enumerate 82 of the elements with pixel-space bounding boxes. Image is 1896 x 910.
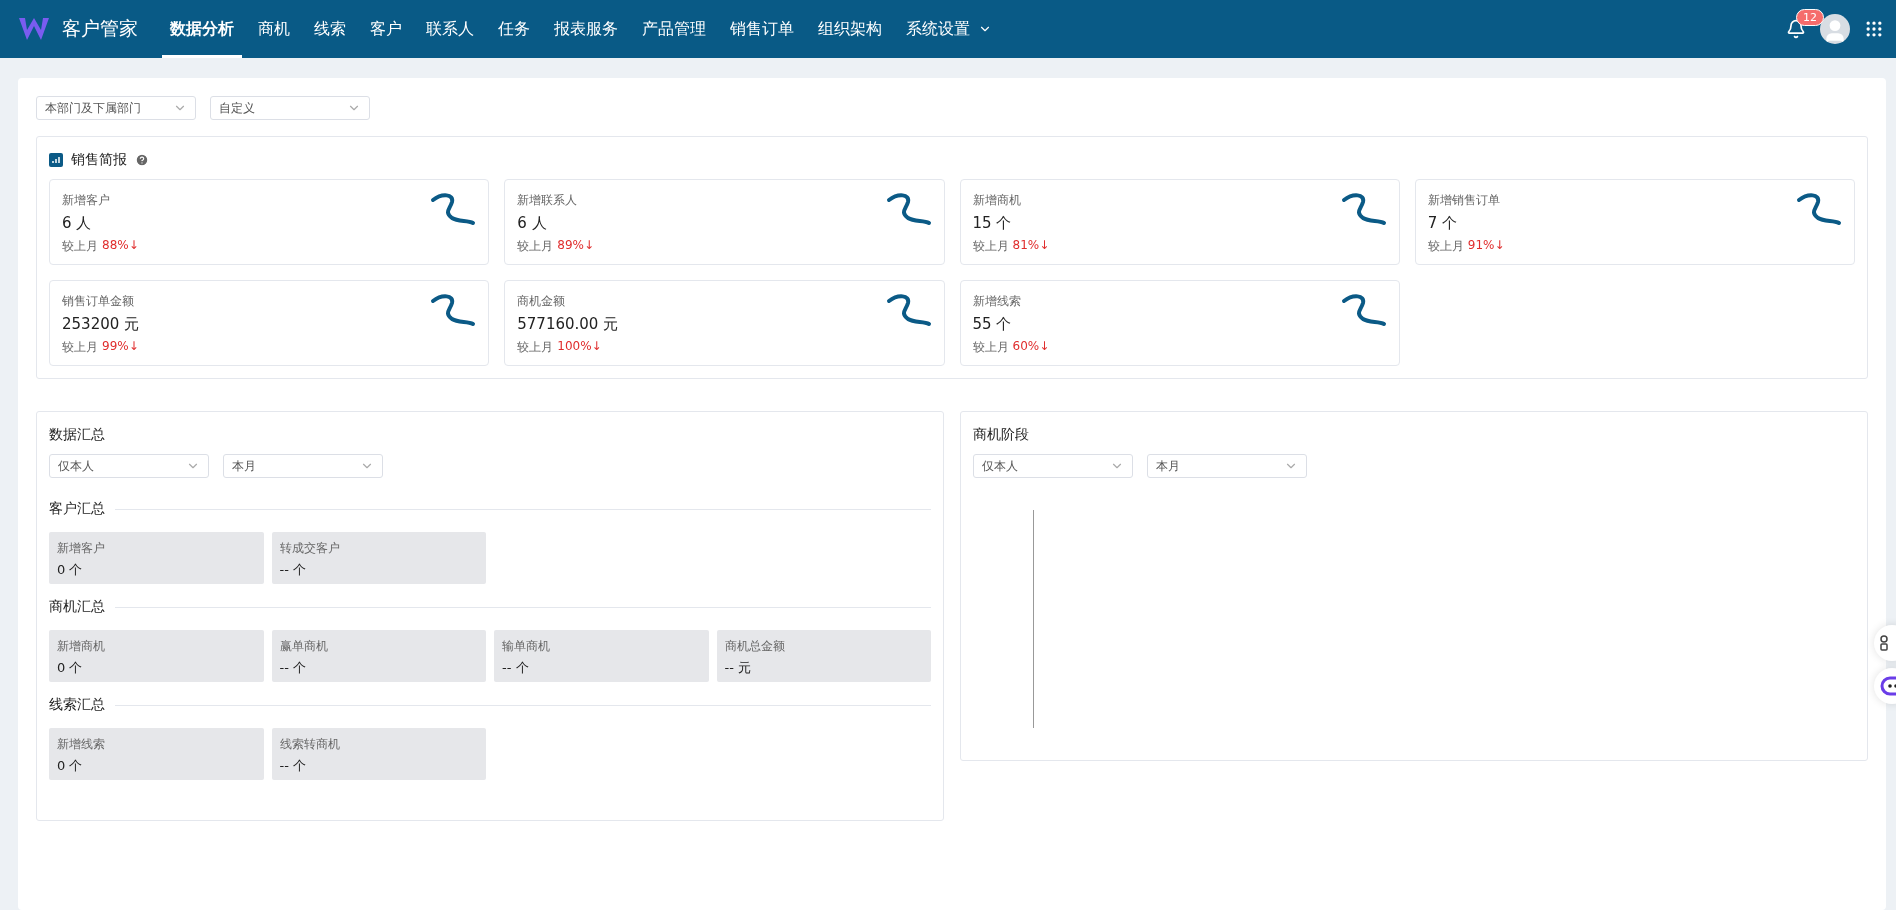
dropdown-select[interactable]: 本月 xyxy=(1147,454,1307,478)
notification-badge: 12 xyxy=(1796,9,1824,26)
nav-tab[interactable]: 系统设置 xyxy=(898,0,1000,58)
comparison-label: 较上月 xyxy=(972,339,1009,356)
comparison-label: 较上月 xyxy=(517,238,554,255)
summary-value: -- 个 xyxy=(279,561,307,579)
panel-title: 商机阶段 xyxy=(973,426,1030,444)
nav-tab[interactable]: 组织架构 xyxy=(810,0,890,58)
summary-label: 新增线索 xyxy=(57,736,106,753)
summary-label: 商机总金额 xyxy=(724,638,786,655)
squiggle-icon xyxy=(885,293,932,327)
brand-name: 客户管家 xyxy=(62,16,138,41)
dropdown-select[interactable]: 自定义 xyxy=(210,96,370,120)
dropdown-select[interactable]: 仅本人 xyxy=(49,454,209,478)
stat-label: 销售订单金额 xyxy=(62,293,135,310)
comparison-label: 较上月 xyxy=(1427,238,1464,255)
stat-value: 7 个 xyxy=(1427,214,1459,233)
comparison-label: 较上月 xyxy=(62,339,98,356)
notification-icon[interactable] xyxy=(1786,19,1806,39)
summary-value: 0 个 xyxy=(57,757,84,775)
summary-label: 转成交客户 xyxy=(279,540,341,557)
dropdown-select[interactable]: 仅本人 xyxy=(973,454,1133,478)
stat-value: 6 人 xyxy=(62,214,93,233)
squiggle-icon xyxy=(1340,192,1387,226)
dropdown-select[interactable]: 本部门及下属部门 xyxy=(36,96,196,120)
summary-label: 新增客户 xyxy=(57,540,106,557)
summary-value: -- 元 xyxy=(724,659,752,677)
nav-tab[interactable]: 数据分析 xyxy=(162,0,242,58)
summary-label: 新增商机 xyxy=(57,638,106,655)
change-value: 88%↓ xyxy=(102,238,139,254)
nav-tab[interactable]: 产品管理 xyxy=(634,0,714,58)
summary-value: 0 个 xyxy=(57,561,84,579)
change-value: 100%↓ xyxy=(557,339,602,355)
stat-label: 新增线索 xyxy=(972,293,1022,310)
stat-label: 商机金额 xyxy=(517,293,567,310)
stat-value: 253200 元 xyxy=(62,315,140,334)
change-value: 81%↓ xyxy=(1012,238,1050,254)
change-value: 89%↓ xyxy=(557,238,594,254)
group-title: 线索汇总 xyxy=(49,696,105,714)
nav-tab[interactable]: 任务 xyxy=(490,0,538,58)
dropdown-select[interactable]: 本月 xyxy=(223,454,383,478)
stat-value: 6 人 xyxy=(517,214,548,233)
comparison-label: 较上月 xyxy=(972,238,1009,255)
stat-value: 577160.00 元 xyxy=(517,315,619,334)
stat-label: 新增销售订单 xyxy=(1427,192,1501,209)
section-title: 销售简报 xyxy=(71,151,127,169)
squiggle-icon xyxy=(1340,293,1387,327)
summary-value: -- 个 xyxy=(279,757,307,775)
squiggle-icon xyxy=(430,293,477,327)
stat-value: 15 个 xyxy=(972,214,1013,233)
change-value: 91%↓ xyxy=(1467,238,1505,254)
change-value: 60%↓ xyxy=(1012,339,1050,355)
nav-tab[interactable]: 客户 xyxy=(362,0,410,58)
logo-icon xyxy=(18,16,50,42)
summary-label: 输单商机 xyxy=(502,638,551,655)
nav-tab[interactable]: 商机 xyxy=(250,0,298,58)
squiggle-icon xyxy=(430,192,477,226)
nav-tab[interactable]: 线索 xyxy=(306,0,354,58)
summary-value: -- 个 xyxy=(502,659,530,677)
squiggle-icon xyxy=(885,192,932,226)
summary-value: 0 个 xyxy=(57,659,84,677)
nav-tab[interactable]: 报表服务 xyxy=(546,0,626,58)
stat-label: 新增联系人 xyxy=(517,192,579,209)
stat-label: 新增客户 xyxy=(62,192,111,209)
help-icon[interactable] xyxy=(135,153,149,167)
chart-icon xyxy=(49,153,63,167)
nav-tab[interactable]: 销售订单 xyxy=(722,0,802,58)
stat-value: 55 个 xyxy=(972,315,1013,334)
summary-label: 线索转商机 xyxy=(279,736,341,753)
summary-label: 赢单商机 xyxy=(279,638,329,655)
panel-title: 数据汇总 xyxy=(49,426,106,444)
squiggle-icon xyxy=(1796,192,1842,226)
summary-value: -- 个 xyxy=(279,659,307,677)
apps-grid-icon[interactable] xyxy=(1864,19,1884,39)
comparison-label: 较上月 xyxy=(62,238,98,255)
change-value: 99%↓ xyxy=(102,339,139,355)
group-title: 商机汇总 xyxy=(49,598,105,616)
stat-label: 新增商机 xyxy=(972,192,1022,209)
comparison-label: 较上月 xyxy=(517,339,554,356)
nav-tab[interactable]: 联系人 xyxy=(418,0,482,58)
avatar[interactable] xyxy=(1820,14,1850,44)
group-title: 客户汇总 xyxy=(49,500,105,518)
